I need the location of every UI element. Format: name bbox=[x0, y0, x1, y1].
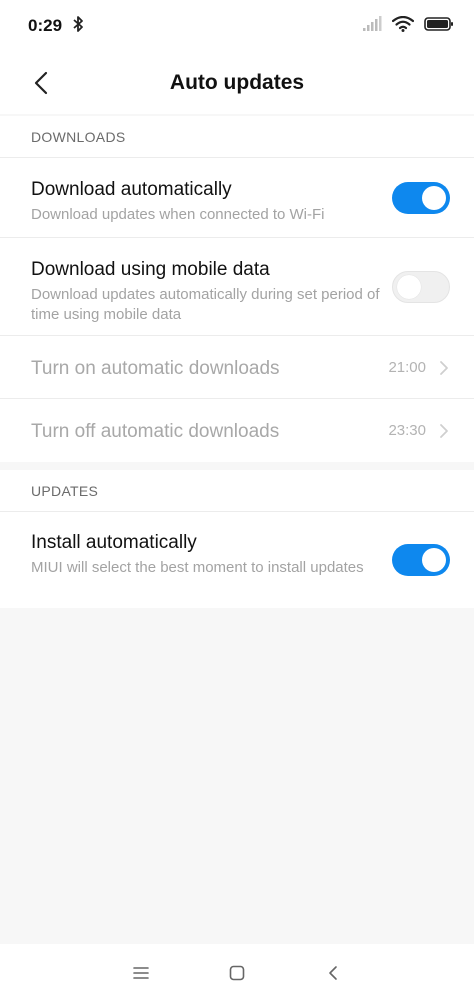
chevron-right-icon bbox=[440, 361, 448, 375]
install-automatically-title: Install automatically bbox=[31, 532, 197, 553]
bluetooth-icon bbox=[72, 15, 84, 38]
mobile-data-row[interactable]: Download using mobile data Download upda… bbox=[0, 238, 474, 336]
wifi-icon bbox=[391, 15, 415, 37]
nav-back-icon bbox=[329, 965, 337, 980]
updates-section-header: UPDATES bbox=[0, 470, 474, 512]
download-automatically-toggle[interactable] bbox=[392, 182, 450, 214]
install-automatically-subtitle: MIUI will select the best moment to inst… bbox=[31, 559, 364, 576]
download-automatically-row[interactable]: Download automatically Download updates … bbox=[0, 158, 474, 238]
turn-off-time-value: 23:30 bbox=[388, 422, 426, 439]
turn-on-downloads-title: Turn on automatic downloads bbox=[31, 358, 280, 379]
menu-button[interactable] bbox=[129, 961, 153, 985]
download-automatically-subtitle: Download updates when connected to Wi-Fi bbox=[31, 206, 325, 223]
status-time: 0:29 bbox=[28, 16, 63, 35]
turn-on-downloads-row[interactable]: Turn on automatic downloads 21:00 bbox=[0, 336, 474, 399]
mobile-data-toggle[interactable] bbox=[392, 271, 450, 303]
menu-icon bbox=[133, 966, 149, 979]
status-bar: 0:29 bbox=[0, 0, 474, 52]
page-title: Auto updates bbox=[169, 71, 305, 94]
updates-section: UPDATES Install automatically MIUI will … bbox=[0, 470, 474, 608]
home-icon bbox=[229, 965, 245, 980]
toggle-knob bbox=[397, 275, 421, 299]
chevron-right-icon bbox=[440, 424, 448, 438]
header: Auto updates bbox=[0, 52, 474, 114]
toggle-knob bbox=[422, 186, 446, 210]
downloads-section: DOWNLOADS Download automatically Downloa… bbox=[0, 116, 474, 462]
navigation-bar bbox=[0, 944, 474, 1001]
status-left: 0:29 bbox=[28, 15, 84, 38]
install-automatically-toggle[interactable] bbox=[392, 544, 450, 576]
turn-on-time-value: 21:00 bbox=[388, 359, 426, 376]
turn-off-downloads-title: Turn off automatic downloads bbox=[31, 421, 280, 442]
signal-icon bbox=[362, 15, 382, 37]
download-automatically-title: Download automatically bbox=[31, 179, 232, 200]
status-right bbox=[362, 15, 454, 37]
downloads-section-header: DOWNLOADS bbox=[0, 116, 474, 158]
mobile-data-title: Download using mobile data bbox=[31, 259, 270, 280]
nav-back-button[interactable] bbox=[321, 961, 345, 985]
back-button[interactable] bbox=[24, 66, 58, 100]
battery-icon bbox=[424, 16, 454, 37]
mobile-data-subtitle: Download updates automatically during se… bbox=[31, 286, 380, 323]
back-icon bbox=[34, 71, 48, 95]
toggle-knob bbox=[422, 548, 446, 572]
install-automatically-row[interactable]: Install automatically MIUI will select t… bbox=[0, 512, 474, 608]
home-button[interactable] bbox=[225, 961, 249, 985]
turn-off-downloads-row[interactable]: Turn off automatic downloads 23:30 bbox=[0, 399, 474, 462]
